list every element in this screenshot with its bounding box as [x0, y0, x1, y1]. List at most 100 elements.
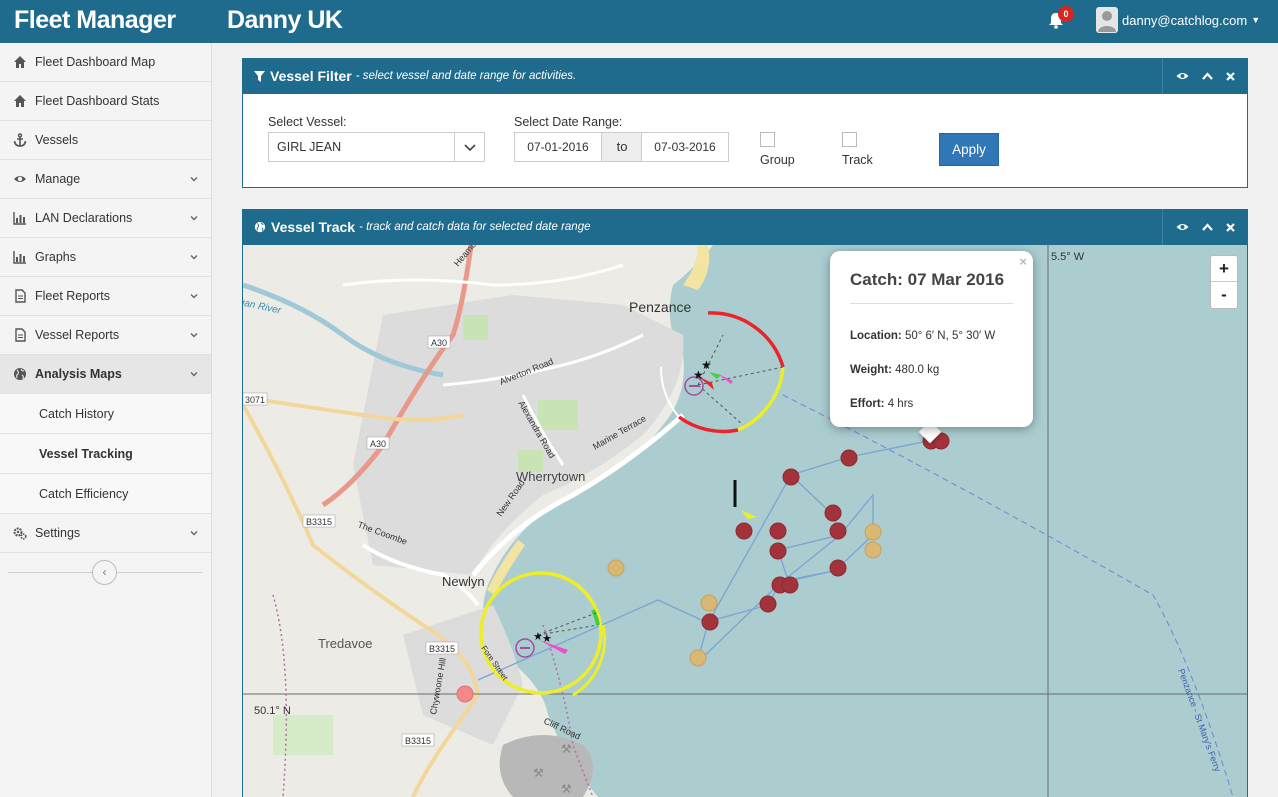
popup-location-row: Location: 50° 6′ N, 5° 30′ W	[850, 330, 995, 342]
place-label: Wherrytown	[516, 469, 585, 484]
place-label: Penzance	[629, 299, 691, 315]
sidebar-item-vessel-reports[interactable]: Vessel Reports	[0, 316, 211, 355]
globe-icon	[14, 368, 26, 380]
sidebar-item-fleet-reports[interactable]: Fleet Reports	[0, 277, 211, 316]
vessel-track-header: Vessel Track - track and catch data for …	[242, 209, 1248, 245]
sidebar-item-label: Fleet Reports	[35, 289, 111, 303]
quarry-icon: ⚒	[533, 766, 544, 780]
popup-effort-value: 4 hrs	[887, 398, 914, 410]
catch-popup: × Catch: 07 Mar 2016 Location: 50° 6′ N,…	[830, 251, 1033, 427]
eye-icon[interactable]	[1176, 222, 1189, 232]
road-label: A30	[431, 338, 447, 348]
date-range-separator: to	[602, 132, 642, 162]
chevron-down-icon	[190, 216, 198, 221]
date-to-input[interactable]: 07-03-2016	[641, 132, 729, 162]
sidebar-subitem-label: Catch Efficiency	[39, 486, 129, 501]
filter-icon	[254, 70, 265, 82]
popup-divider	[850, 303, 1013, 304]
park-area	[273, 715, 333, 755]
zoom-control: + -	[1210, 255, 1238, 309]
svg-text:★: ★	[701, 358, 712, 372]
road-label: B3315	[306, 517, 332, 527]
vessel-filter-header: Vessel Filter - select vessel and date r…	[242, 58, 1248, 94]
vessel-marker: ★ ★	[684, 358, 733, 396]
sidebar-item-settings[interactable]: Settings	[0, 514, 211, 553]
popup-weight-row: Weight: 480.0 kg	[850, 364, 939, 376]
sidebar-item-label: Graphs	[35, 250, 76, 264]
panel-subtitle: - select vessel and date range for activ…	[355, 70, 577, 82]
app-title[interactable]: Fleet Manager	[14, 6, 176, 35]
chevron-down-icon	[190, 177, 198, 182]
cogs-icon	[13, 527, 27, 540]
map-canvas[interactable]: ★ ★ ★ ★ A30 A30 3071 B3315 B3315 B3315 P…	[243, 245, 1248, 797]
user-menu[interactable]: danny@catchlog.com ▼	[1096, 7, 1260, 33]
sidebar-item-analysis-maps[interactable]: Analysis Maps	[0, 355, 211, 394]
sidebar-item-label: Fleet Dashboard Map	[35, 55, 156, 69]
panel-title: Vessel Filter	[270, 68, 352, 84]
sidebar-subitem-catch-history[interactable]: Catch History	[0, 394, 211, 434]
chevron-up-icon[interactable]	[1202, 71, 1213, 81]
quarry-icon: ⚒	[561, 742, 572, 756]
eye-icon	[14, 176, 26, 182]
group-checkbox[interactable]	[760, 132, 775, 147]
vessel-filter-body: Select Vessel: GIRL JEAN Select Date Ran…	[242, 94, 1248, 188]
park-area	[538, 400, 578, 430]
road-label: A30	[370, 439, 386, 449]
graticule-label: 50.1° N	[254, 705, 291, 717]
quarry-area	[499, 735, 593, 797]
group-label: Group	[760, 153, 795, 167]
vessel-select[interactable]: GIRL JEAN	[268, 132, 485, 162]
close-icon[interactable]	[1226, 71, 1236, 81]
sidebar-item-manage[interactable]: Manage	[0, 160, 211, 199]
close-icon[interactable]	[1226, 222, 1236, 232]
select-arrow[interactable]	[454, 133, 484, 161]
panel-tools	[1162, 209, 1248, 245]
place-label: Newlyn	[442, 574, 485, 589]
track-checkbox[interactable]	[842, 132, 857, 147]
home-icon	[14, 95, 26, 107]
place-label: Tredavoe	[318, 636, 372, 651]
sidebar-item-graphs[interactable]: Graphs	[0, 238, 211, 277]
popup-effort-label: Effort:	[850, 398, 885, 410]
bar-chart-icon	[13, 251, 26, 264]
sidebar-item-label: Analysis Maps	[35, 367, 122, 381]
sidebar-subitem-label: Catch History	[39, 406, 115, 421]
sidebar-item-label: Vessel Reports	[35, 328, 120, 342]
sidebar-item-label: Vessels	[35, 133, 79, 147]
svg-text:★: ★	[542, 633, 552, 645]
sidebar-item-fleet-dashboard-map[interactable]: Fleet Dashboard Map	[0, 43, 211, 82]
sidebar-subitem-vessel-tracking[interactable]: Vessel Tracking	[0, 434, 211, 474]
sidebar-subitem-catch-efficiency[interactable]: Catch Efficiency	[0, 474, 211, 514]
document-icon	[15, 328, 26, 342]
user-email: danny@catchlog.com	[1122, 12, 1248, 28]
popup-title: Catch: 07 Mar 2016	[850, 270, 1005, 289]
date-from-input[interactable]: 07-01-2016	[514, 132, 602, 162]
chevron-up-icon[interactable]	[1202, 222, 1213, 232]
apply-button[interactable]: Apply	[939, 133, 999, 166]
popup-location-value: 50° 6′ N, 5° 30′ W	[904, 330, 996, 342]
zoom-in-button[interactable]: +	[1211, 256, 1237, 282]
graticule-label: 5.5° W	[1051, 251, 1085, 263]
sidebar-item-lan-declarations[interactable]: LAN Declarations	[0, 199, 211, 238]
bar-chart-icon	[13, 212, 26, 225]
popup-location-label: Location:	[850, 330, 902, 342]
user-avatar-icon	[1096, 7, 1118, 33]
sidebar: Fleet Dashboard Map Fleet Dashboard Stat…	[0, 43, 212, 797]
track-label: Track	[842, 153, 873, 167]
chevron-down-icon	[190, 531, 198, 536]
home-icon	[14, 56, 26, 68]
popup-weight-value: 480.0 kg	[895, 364, 940, 376]
buoy-marker	[733, 480, 757, 519]
popup-close-button[interactable]: ×	[1019, 254, 1027, 269]
document-icon	[15, 289, 26, 303]
chevron-down-icon	[190, 255, 198, 260]
sidebar-item-fleet-dashboard-stats[interactable]: Fleet Dashboard Stats	[0, 82, 211, 121]
globe-icon	[254, 221, 266, 233]
park-area	[463, 315, 488, 340]
eye-icon[interactable]	[1176, 71, 1189, 81]
vessel-track-map[interactable]: ★ ★ ★ ★ A30 A30 3071 B3315 B3315 B3315 P…	[242, 245, 1248, 797]
zoom-out-button[interactable]: -	[1211, 282, 1237, 308]
sidebar-collapse-button[interactable]: ‹	[92, 560, 117, 585]
popup-weight-label: Weight:	[850, 364, 892, 376]
sidebar-item-vessels[interactable]: Vessels	[0, 121, 211, 160]
